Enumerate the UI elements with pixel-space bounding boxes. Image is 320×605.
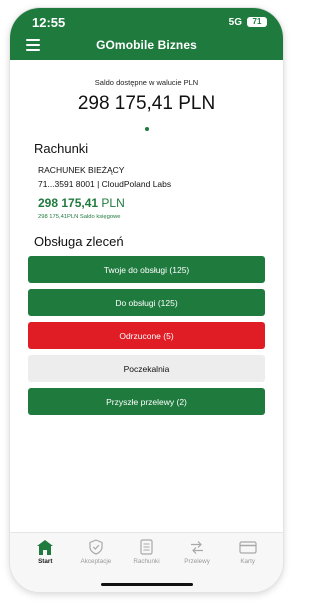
accounts-section-title: Rachunki — [34, 141, 89, 156]
carousel-page-indicator[interactable] — [144, 127, 149, 131]
account-balance: 298 175,41 PLN — [38, 196, 283, 210]
tab-transfers[interactable]: Przelewy — [172, 539, 223, 565]
network-indicator: 5G — [228, 17, 242, 28]
account-balance-value: 298 175,41 — [38, 196, 99, 210]
home-indicator — [100, 583, 193, 586]
to-handle-button[interactable]: Do obsługi (125) — [28, 289, 265, 316]
tab-label: Akceptacje — [80, 558, 112, 565]
rejected-button[interactable]: Odrzucone (5) — [28, 322, 265, 349]
tab-start[interactable]: Start — [20, 539, 71, 565]
tab-label: Start — [38, 558, 53, 565]
tab-acceptances[interactable]: Akceptacje — [71, 539, 122, 565]
transfer-arrows-icon — [191, 540, 204, 554]
waiting-room-button[interactable]: Poczekalnia — [28, 355, 265, 382]
account-book-balance: 298 175,41PLN Saldo księgowe — [38, 214, 121, 220]
card-icon — [239, 540, 257, 554]
battery-icon: 71 — [247, 17, 267, 27]
tab-accounts[interactable]: Rachunki — [121, 539, 172, 565]
status-time: 12:55 — [32, 15, 66, 30]
tab-label: Rachunki — [133, 558, 160, 565]
available-balance-amount: 298 175,41 PLN — [77, 93, 216, 114]
account-balance-currency: PLN — [101, 196, 125, 210]
your-to-handle-button[interactable]: Twoje do obsługi (125) — [28, 256, 265, 283]
document-icon — [140, 539, 153, 555]
tab-label: Karty — [240, 558, 256, 565]
tab-cards[interactable]: Karty — [222, 539, 273, 565]
account-card[interactable]: RACHUNEK BIEŻĄCY 71...3591 8001 | CloudP… — [38, 165, 283, 220]
status-bar: 12:55 5G 71 — [10, 8, 283, 34]
tab-label: Przelewy — [184, 558, 210, 565]
future-transfers-button[interactable]: Przyszłe przelewy (2) — [28, 388, 265, 415]
bottom-tab-bar: Start Akceptacje Rachunki Przelewy Karty — [10, 532, 283, 592]
app-header: 12:55 5G 71 GOmobile Biznes — [10, 8, 283, 60]
app-bar: GOmobile Biznes — [10, 36, 283, 58]
orders-section-title: Obsługa zleceń — [34, 234, 124, 249]
account-number: 71...3591 8001 | CloudPoland Labs — [38, 179, 172, 189]
app-title: GOmobile Biznes — [96, 38, 197, 52]
orders-button-list: Twoje do obsługi (125) Do obsługi (125) … — [28, 256, 265, 415]
shield-check-icon — [89, 539, 103, 555]
home-icon — [37, 539, 54, 555]
available-balance-label: Saldo dostępne w walucie PLN — [94, 78, 199, 87]
account-type: RACHUNEK BIEŻĄCY — [38, 165, 125, 175]
phone-screen: 12:55 5G 71 GOmobile Biznes Saldo dostęp… — [10, 8, 283, 592]
